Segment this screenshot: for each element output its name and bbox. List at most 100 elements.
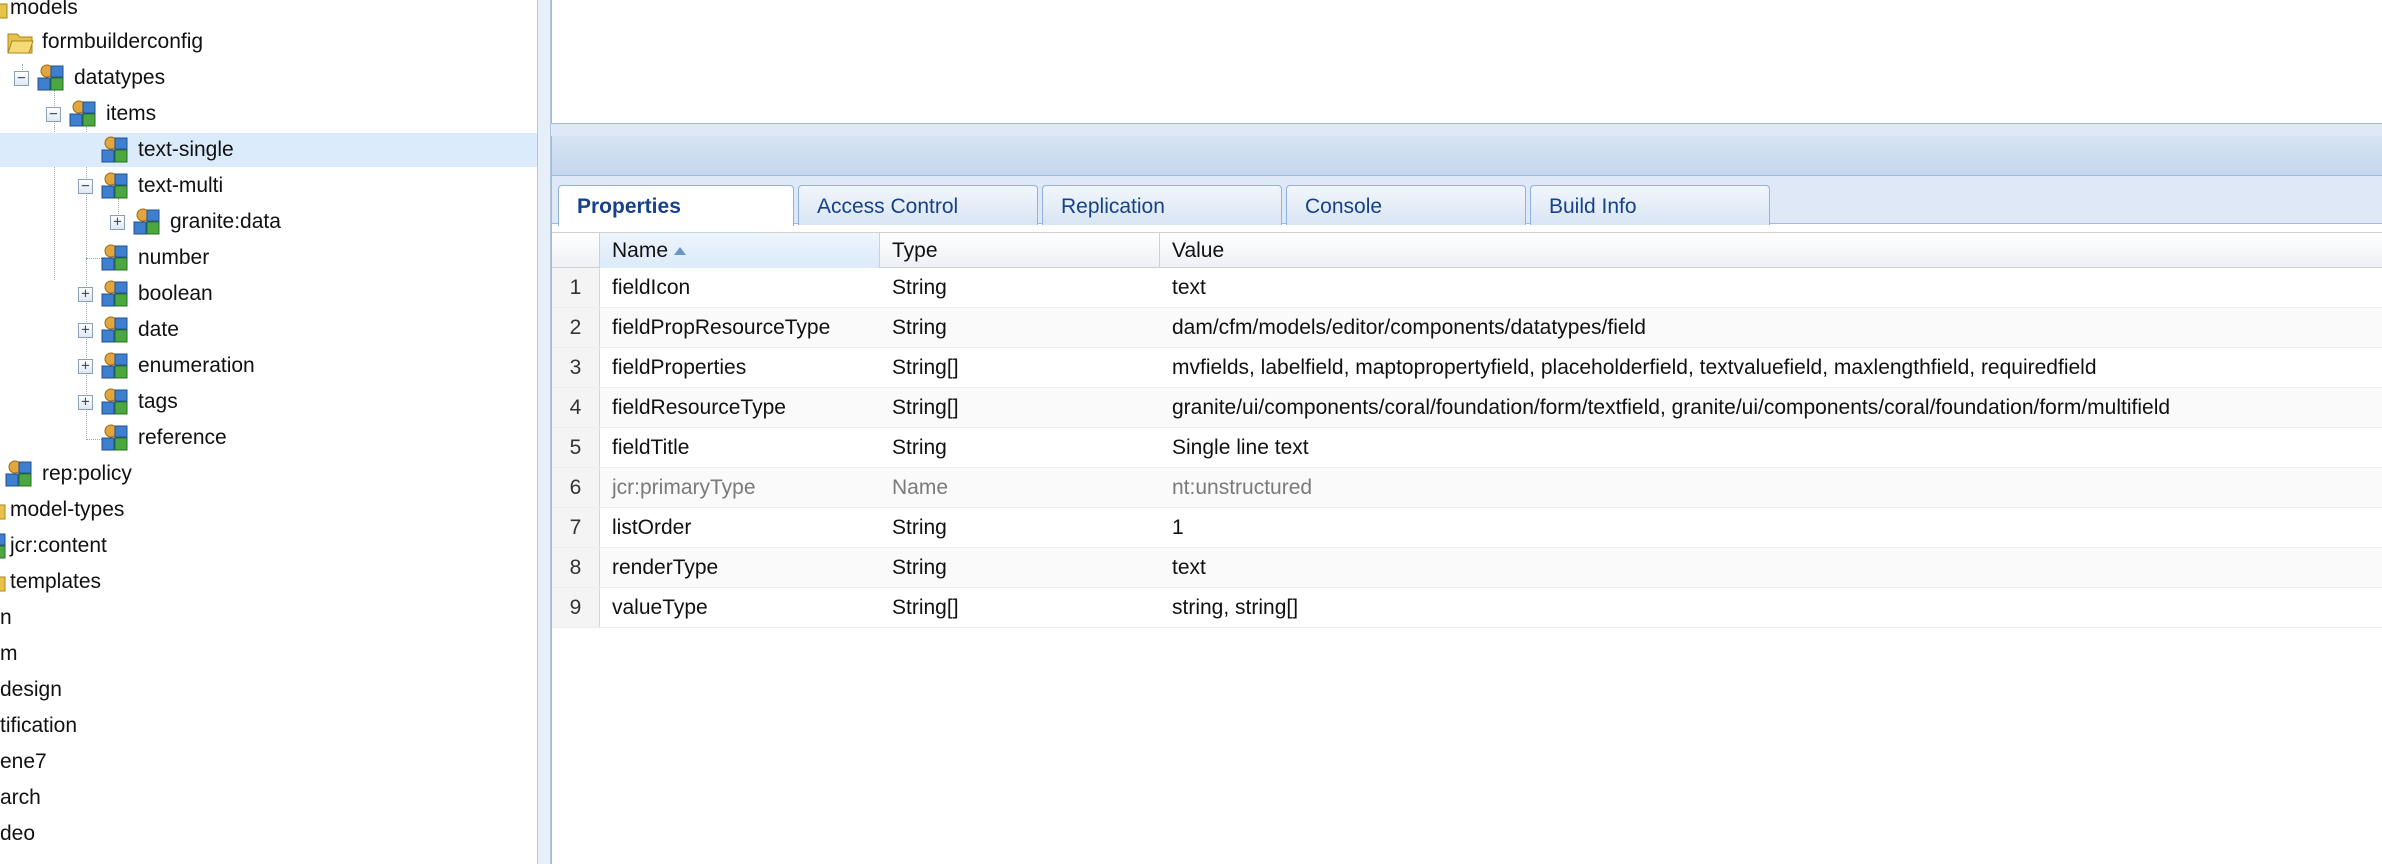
- tree-node-text-multi[interactable]: − text-multi: [0, 169, 537, 203]
- tree-node-model-types[interactable]: model-types: [0, 493, 537, 527]
- tree-node-datatypes[interactable]: − datatypes: [0, 61, 537, 95]
- tab-console[interactable]: Console: [1286, 185, 1526, 225]
- expand-icon[interactable]: +: [110, 215, 125, 230]
- tree-node-enumeration[interactable]: + enumeration: [0, 349, 537, 383]
- editor-panel: [551, 0, 2382, 124]
- collapse-icon[interactable]: −: [14, 71, 29, 86]
- tab-build-info[interactable]: Build Info: [1530, 185, 1770, 225]
- property-type[interactable]: String[]: [880, 348, 1160, 387]
- tree-node-label: formbuilderconfig: [42, 30, 204, 53]
- property-name[interactable]: fieldPropResourceType: [600, 308, 880, 347]
- tab-properties[interactable]: Properties: [558, 185, 794, 226]
- tree-node-label: jcr:content: [10, 534, 107, 557]
- property-name[interactable]: listOrder: [600, 508, 880, 547]
- property-name[interactable]: fieldResourceType: [600, 388, 880, 427]
- column-header-name[interactable]: Name: [600, 233, 880, 268]
- property-type[interactable]: String: [880, 548, 1160, 587]
- tree-node-notification[interactable]: tification: [0, 709, 537, 743]
- table-row[interactable]: 4 fieldResourceType String[] granite/ui/…: [552, 388, 2382, 428]
- table-row[interactable]: 1 fieldIcon String text: [552, 268, 2382, 308]
- tree-node-label: text-multi: [138, 174, 224, 197]
- property-name[interactable]: fieldTitle: [600, 428, 880, 467]
- tree-node-date[interactable]: + date: [0, 313, 537, 347]
- column-header-type[interactable]: Type: [880, 233, 1160, 268]
- table-row[interactable]: 3 fieldProperties String[] mvfields, lab…: [552, 348, 2382, 388]
- collapse-icon[interactable]: −: [46, 107, 61, 122]
- tree-node-tags[interactable]: + tags: [0, 385, 537, 419]
- tree-node-label: tags: [138, 390, 178, 413]
- tab-access-control[interactable]: Access Control: [798, 185, 1038, 225]
- tree-node-label: items: [106, 102, 157, 125]
- property-type[interactable]: String: [880, 508, 1160, 547]
- table-row[interactable]: 2 fieldPropResourceType String dam/cfm/m…: [552, 308, 2382, 348]
- tree-node-search[interactable]: arch: [0, 781, 537, 815]
- tree-node-label: text-single: [138, 138, 234, 161]
- property-value[interactable]: dam/cfm/models/editor/components/datatyp…: [1160, 308, 2382, 347]
- tree-node-clipped[interactable]: n: [0, 601, 537, 635]
- rownum-header: [552, 233, 600, 268]
- property-value[interactable]: Single line text: [1160, 428, 2382, 467]
- row-number: 4: [552, 388, 600, 427]
- property-value[interactable]: text: [1160, 548, 2382, 587]
- property-value[interactable]: string, string[]: [1160, 588, 2382, 627]
- row-number: 9: [552, 588, 600, 627]
- panel-splitter[interactable]: [537, 0, 551, 864]
- property-type[interactable]: String: [880, 428, 1160, 467]
- tree-node-items[interactable]: − items: [0, 97, 537, 131]
- tree-node-label: deo: [0, 822, 36, 845]
- property-value[interactable]: nt:unstructured: [1160, 468, 2382, 507]
- property-value[interactable]: 1: [1160, 508, 2382, 547]
- tree-node-templates[interactable]: templates: [0, 565, 537, 599]
- tree-node-scene7[interactable]: ene7: [0, 745, 537, 779]
- property-type[interactable]: String: [880, 268, 1160, 307]
- table-row[interactable]: 6 jcr:primaryType Name nt:unstructured: [552, 468, 2382, 508]
- tree-node-formbuilderconfig[interactable]: formbuilderconfig: [0, 25, 537, 59]
- tree-node-granite-data[interactable]: + granite:data: [0, 205, 537, 239]
- tab-replication[interactable]: Replication: [1042, 185, 1282, 225]
- repository-tree[interactable]: models formbuilderconfig − datatypes − i…: [0, 0, 537, 864]
- tree-node-jcr-content[interactable]: jcr:content: [0, 529, 537, 563]
- node-icon: [100, 243, 130, 273]
- property-name[interactable]: valueType: [600, 588, 880, 627]
- tab-strip: Properties Access Control Replication Co…: [552, 176, 2382, 226]
- table-row[interactable]: 7 listOrder String 1: [552, 508, 2382, 548]
- expand-icon[interactable]: +: [78, 323, 93, 338]
- property-name[interactable]: fieldProperties: [600, 348, 880, 387]
- tree-node-number[interactable]: number: [0, 241, 537, 275]
- property-value[interactable]: mvfields, labelfield, maptopropertyfield…: [1160, 348, 2382, 387]
- property-name[interactable]: renderType: [600, 548, 880, 587]
- property-type[interactable]: Name: [880, 468, 1160, 507]
- tree-node-design[interactable]: design: [0, 673, 537, 707]
- column-header-value[interactable]: Value: [1160, 233, 2382, 268]
- property-type[interactable]: String[]: [880, 388, 1160, 427]
- table-row[interactable]: 5 fieldTitle String Single line text: [552, 428, 2382, 468]
- expand-icon[interactable]: +: [78, 287, 93, 302]
- folder-icon: [6, 29, 36, 59]
- node-icon: [100, 315, 130, 345]
- row-number: 1: [552, 268, 600, 307]
- tree-node-label: m: [0, 642, 18, 665]
- row-number: 5: [552, 428, 600, 467]
- tree-node-rep-policy[interactable]: rep:policy: [0, 457, 537, 491]
- panel-separator[interactable]: [551, 124, 2382, 136]
- expand-icon[interactable]: +: [78, 359, 93, 374]
- property-name[interactable]: fieldIcon: [600, 268, 880, 307]
- tree-node-reference[interactable]: reference: [0, 421, 537, 455]
- tree-node-boolean[interactable]: + boolean: [0, 277, 537, 311]
- tree-node-label: rep:policy: [42, 462, 132, 485]
- tree-node-label: number: [138, 246, 210, 269]
- table-row[interactable]: 8 renderType String text: [552, 548, 2382, 588]
- property-type[interactable]: String: [880, 308, 1160, 347]
- collapse-icon[interactable]: −: [78, 179, 93, 194]
- property-name[interactable]: jcr:primaryType: [600, 468, 880, 507]
- tree-node-clipped[interactable]: m: [0, 637, 537, 671]
- table-row[interactable]: 9 valueType String[] string, string[]: [552, 588, 2382, 628]
- tree-node-video[interactable]: deo: [0, 817, 537, 851]
- tree-node-models[interactable]: models: [0, 0, 537, 25]
- node-icon: [132, 207, 162, 237]
- property-value[interactable]: granite/ui/components/coral/foundation/f…: [1160, 388, 2382, 427]
- expand-icon[interactable]: +: [78, 395, 93, 410]
- property-type[interactable]: String[]: [880, 588, 1160, 627]
- property-value[interactable]: text: [1160, 268, 2382, 307]
- tree-node-text-single[interactable]: text-single: [0, 133, 537, 167]
